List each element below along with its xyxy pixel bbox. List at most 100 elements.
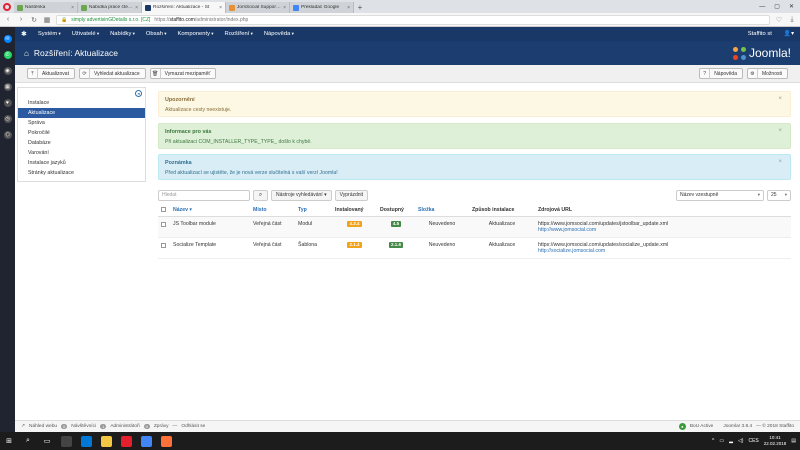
firefox-icon[interactable] [161, 435, 172, 447]
close-tab-icon[interactable]: × [135, 5, 138, 11]
logout-link[interactable]: Odhlásit se [181, 424, 205, 429]
col-folder[interactable]: Složka [415, 205, 469, 217]
chrome-icon[interactable] [141, 435, 152, 447]
back-icon[interactable]: ‹ [4, 16, 12, 23]
messages-link[interactable]: Zprávy [154, 424, 169, 429]
site-name-link[interactable]: Staffito st [748, 31, 772, 37]
app-icon[interactable] [61, 435, 72, 447]
col-type[interactable]: Typ [295, 205, 332, 217]
heart-icon[interactable]: ♡ [775, 16, 783, 24]
help-button[interactable]: ? Nápověda [699, 68, 743, 79]
limit-select[interactable]: 25 [767, 189, 791, 201]
close-tab-icon[interactable]: × [347, 5, 350, 11]
sidebar-item-languages[interactable]: Instalace jazyků [18, 158, 145, 168]
network-icon[interactable]: ▂ [729, 438, 733, 444]
search-button[interactable]: ⌕ [253, 189, 268, 201]
forward-icon[interactable]: › [17, 16, 25, 23]
clear-cache-button[interactable]: 🗑 Vymazat mezipaměť [149, 68, 217, 79]
menu-users[interactable]: Uživatelé [72, 31, 99, 37]
new-tab-button[interactable]: + [354, 2, 366, 13]
windows-taskbar: ⊞ ⌕ ▭ ^ ▭ ▂ ◁) CES 10:41 22.02.2018 ▤ [0, 432, 800, 450]
volume-icon[interactable]: ◁) [738, 438, 744, 444]
visitors-count: 0 [61, 424, 68, 429]
menu-extensions[interactable]: Rozšíření [225, 31, 253, 37]
find-updates-button[interactable]: ⟳ Vyhledat aktualizace [78, 68, 146, 79]
sidebar-item-install[interactable]: Instalace [18, 98, 145, 108]
speed-dial-icon[interactable]: ▦ [43, 16, 51, 24]
language-indicator[interactable]: CES [748, 438, 758, 444]
opera-menu-icon[interactable] [0, 0, 14, 13]
sidebar-item-warnings[interactable]: Varování [18, 148, 145, 158]
windows-start-icon[interactable]: ⊞ [4, 436, 14, 446]
row-method: Aktualizace [469, 216, 535, 238]
sidebar-item-manage[interactable]: Správa [18, 118, 145, 128]
sidebar-item-update-sites[interactable]: Stránky aktualizace [18, 168, 145, 178]
update-button[interactable]: ⤒ Aktualizovat [27, 68, 75, 79]
close-window-icon[interactable]: ✕ [789, 3, 794, 10]
clock[interactable]: 10:41 22.02.2018 [764, 435, 787, 447]
task-view-icon[interactable]: ▭ [42, 436, 52, 446]
col-name[interactable]: Název ▾ [170, 205, 250, 217]
menu-components[interactable]: Komponenty [177, 31, 213, 37]
clear-button[interactable]: Vyprázdnit [334, 189, 369, 201]
camera-icon[interactable]: ◉ [3, 67, 12, 75]
sidebar-item-discover[interactable]: Pokročilé [18, 128, 145, 138]
search-tools-button[interactable]: Nástroje vyhledávání ▾ [271, 189, 332, 201]
browser-tab[interactable]: Nabídka práce čtená 2 hodin × [78, 2, 142, 13]
reload-icon[interactable]: ↻ [30, 16, 38, 24]
search-icon[interactable]: ⌕ [23, 436, 33, 446]
extensions-icon[interactable]: ⬡ [3, 131, 12, 139]
grid-icon[interactable]: ▦ [3, 83, 12, 91]
store-icon[interactable] [81, 435, 92, 447]
joomla-logo-icon[interactable]: ✱ [21, 30, 27, 38]
minimize-icon[interactable]: — [759, 4, 765, 10]
file-explorer-icon[interactable] [101, 435, 112, 447]
joomla-favicon-icon [145, 4, 151, 11]
browser-tab[interactable]: Nástěnka × [14, 2, 78, 13]
select-all-checkbox[interactable] [161, 207, 166, 213]
lock-icon: 🔒 [61, 16, 68, 23]
logout-icon: — [172, 424, 178, 429]
url-field[interactable]: 🔒 simply advertisinGDetails s.r.o. [CZ] … [56, 14, 770, 25]
menu-content[interactable]: Obsah [146, 31, 167, 37]
row-info-link[interactable]: http://socialize.jomsocial.com [538, 248, 788, 254]
browser-tab-active[interactable]: Rozšíření: Aktualizace - St × [142, 2, 226, 13]
row-name: Socialize Template [170, 237, 250, 259]
close-icon[interactable]: × [778, 128, 782, 134]
col-location[interactable]: Místo [250, 205, 295, 217]
menu-system[interactable]: Systém [38, 31, 61, 37]
opera-icon[interactable] [121, 435, 132, 447]
browser-tab[interactable]: Překladač Google × [290, 2, 354, 13]
sidebar-item-database[interactable]: Databáze [18, 138, 145, 148]
close-tab-icon[interactable]: × [219, 5, 222, 11]
battery-icon[interactable]: ▭ [719, 438, 724, 444]
row-info-link[interactable]: http://www.jomsocial.com [538, 227, 788, 233]
close-tab-icon[interactable]: × [71, 5, 74, 11]
admins-label: Administrátoři [110, 424, 140, 429]
collapse-sidebar-icon[interactable]: ◂ [135, 90, 142, 97]
download-icon[interactable]: ⤓ [788, 16, 796, 24]
maximize-icon[interactable]: ▢ [774, 3, 780, 10]
close-icon[interactable]: × [778, 96, 782, 102]
browser-tab[interactable]: JomSocial Support Forum × [226, 2, 290, 13]
history-icon[interactable]: ◷ [3, 115, 12, 123]
menu-help[interactable]: Nápověda [264, 31, 294, 37]
search-input[interactable]: Hledat [158, 189, 250, 201]
close-tab-icon[interactable]: × [283, 5, 286, 11]
user-icon[interactable]: 👤▾ [784, 31, 794, 37]
admins-count: 1 [100, 424, 107, 429]
row-checkbox[interactable] [161, 221, 166, 227]
chevron-up-icon[interactable]: ^ [712, 438, 714, 444]
menu-menus[interactable]: Nabídky [110, 31, 135, 37]
joomla-version: Joomla! 3.8.4 [723, 424, 753, 429]
messenger-icon[interactable]: ✉ [3, 35, 12, 43]
row-checkbox[interactable] [161, 242, 166, 248]
sort-select[interactable]: Název vzestupně [676, 189, 764, 201]
whatsapp-icon[interactable]: ✆ [3, 51, 12, 59]
sidebar-item-update[interactable]: Aktualizace [18, 108, 145, 118]
heart-icon[interactable]: ♥ [3, 99, 12, 107]
options-button[interactable]: ⚙ Možnosti [746, 68, 788, 79]
notifications-icon[interactable]: ▤ [791, 438, 796, 444]
close-icon[interactable]: × [778, 159, 782, 165]
view-site-link[interactable]: Náhled webu [29, 424, 57, 429]
